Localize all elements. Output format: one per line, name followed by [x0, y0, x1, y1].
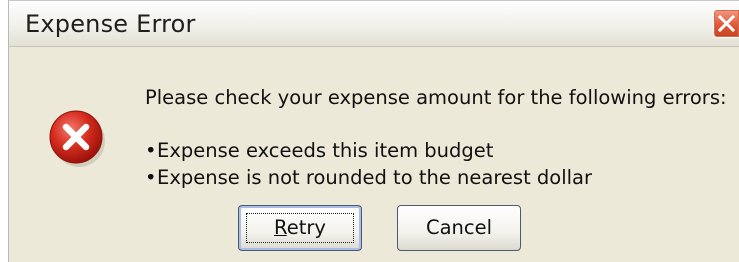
error-item-text: Expense exceeds this item budget: [157, 139, 494, 162]
bullet: •: [145, 139, 157, 162]
error-icon: [47, 108, 107, 172]
error-item-text: Expense is not rounded to the nearest do…: [157, 166, 593, 189]
expense-error-dialog: Expense Error Please check your expense …: [8, 0, 739, 262]
bullet: •: [145, 166, 157, 189]
error-item: •Expense exceeds this item budget: [145, 137, 592, 164]
title-bar[interactable]: Expense Error: [9, 0, 739, 47]
error-message: Please check your expense amount for the…: [145, 86, 727, 109]
retry-button[interactable]: Retry: [238, 205, 362, 251]
cancel-button[interactable]: Cancel: [397, 205, 521, 251]
retry-label-rest: etry: [286, 216, 326, 239]
close-icon: [718, 15, 735, 32]
dialog-title: Expense Error: [25, 10, 196, 38]
close-button[interactable]: [713, 9, 739, 38]
retry-button-label: Retry: [274, 216, 326, 239]
error-list: •Expense exceeds this item budget •Expen…: [145, 137, 592, 191]
cancel-button-label: Cancel: [425, 216, 493, 239]
error-item: •Expense is not rounded to the nearest d…: [145, 164, 592, 191]
retry-mnemonic: R: [274, 216, 287, 239]
